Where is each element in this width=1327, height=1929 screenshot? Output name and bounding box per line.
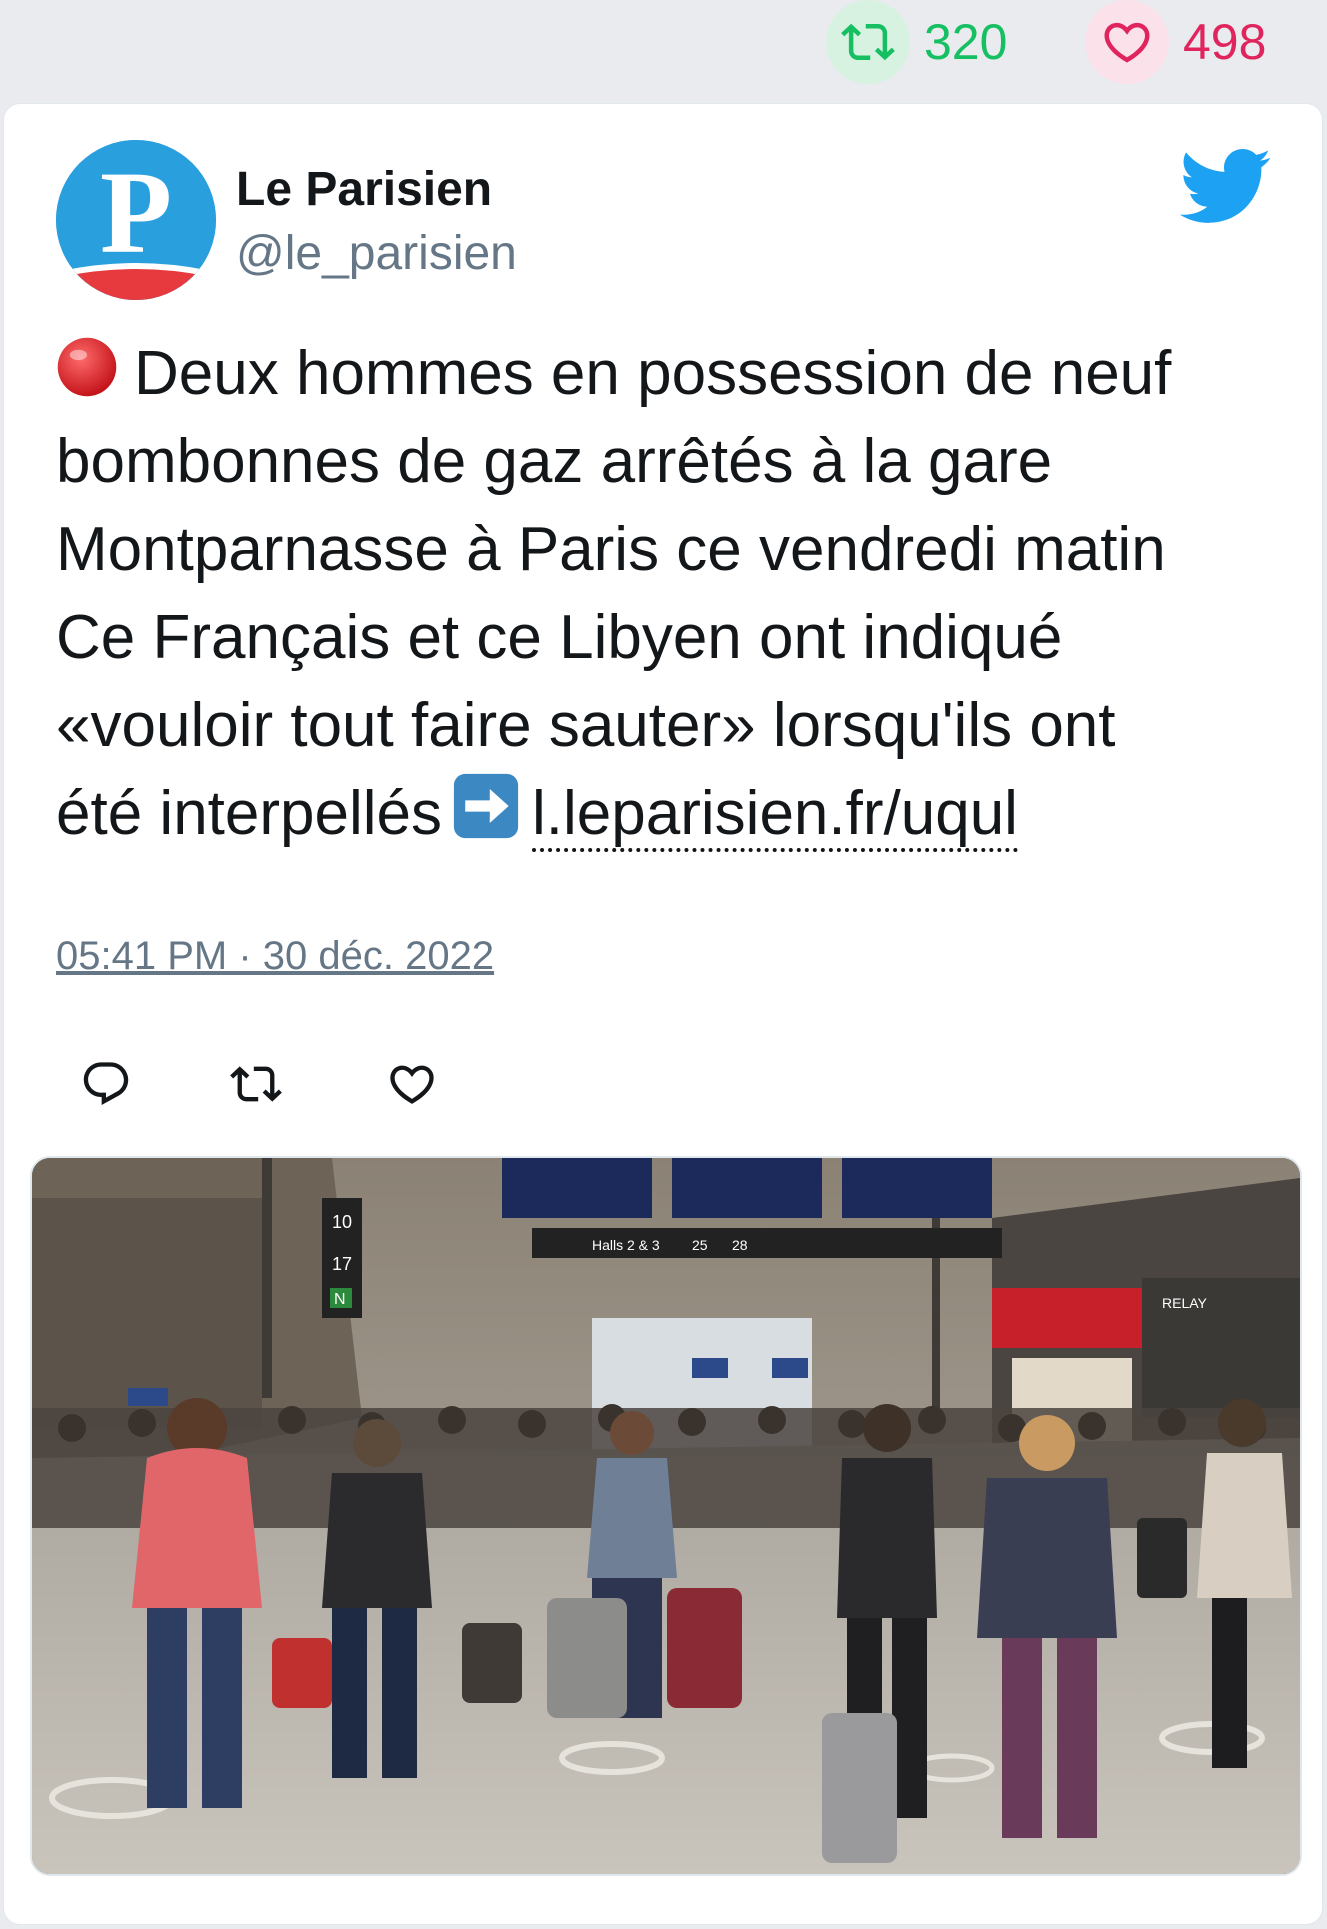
tweet-text: Deux hommes en possession de neuf bombon… xyxy=(56,330,1286,858)
like-count: 498 xyxy=(1183,14,1267,70)
tweet-line-6-text: été interpellés xyxy=(56,779,443,848)
photo-sign-17: 17 xyxy=(332,1254,352,1274)
retweet-action-icon xyxy=(230,1066,282,1102)
photo-sign-n: N xyxy=(334,1291,346,1308)
photo-sign-halls: Halls 2 & 3 xyxy=(592,1237,660,1253)
tweet-line-1-text: Deux hommes en possession de neuf xyxy=(134,339,1172,408)
display-name[interactable]: Le Parisien xyxy=(236,162,492,217)
train-station-photo: Halls 2 & 3 25 28 10 17 N RELAY xyxy=(32,1158,1300,1874)
photo-sign-10: 10 xyxy=(332,1212,352,1232)
timestamp-link[interactable]: 05:41 PM · 30 déc. 2022 xyxy=(56,934,494,979)
user-handle[interactable]: @le_parisien xyxy=(236,226,517,281)
tweet-line-2: bombonnes de gaz arrêtés à la gare xyxy=(56,427,1053,496)
retweet-icon xyxy=(826,0,910,84)
tweet-line-3: Montparnasse à Paris ce vendredi matin xyxy=(56,515,1166,584)
tweet-photo[interactable]: Halls 2 & 3 25 28 10 17 N RELAY xyxy=(30,1156,1302,1876)
heart-icon xyxy=(1085,0,1169,84)
retweet-count: 320 xyxy=(924,14,1008,70)
retweet-stat[interactable]: 320 xyxy=(826,0,1007,84)
photo-sign-relay: RELAY xyxy=(1162,1295,1208,1311)
right-arrow-emoji-icon xyxy=(453,773,519,839)
photo-sign-25: 25 xyxy=(692,1237,708,1253)
reply-button[interactable] xyxy=(76,1054,136,1114)
tweet-line-5: «vouloir tout faire sauter» lorsqu'ils o… xyxy=(56,691,1116,760)
tweet-line-6: été interpellés l.leparisien.fr/uqul xyxy=(56,770,1286,858)
like-action-icon xyxy=(390,1065,434,1104)
like-button[interactable] xyxy=(382,1054,442,1114)
twitter-bird-icon[interactable] xyxy=(1176,146,1272,226)
photo-sign-28: 28 xyxy=(732,1237,748,1253)
red-circle-emoji-icon xyxy=(57,337,117,397)
engagement-bar: 320 498 xyxy=(0,0,1327,100)
avatar-letter: P xyxy=(100,147,172,278)
avatar[interactable]: P xyxy=(56,140,216,300)
tweet-line-1: Deux hommes en possession de neuf xyxy=(56,330,1286,418)
reply-icon xyxy=(83,1062,129,1106)
tweet-card: P Le Parisien @le_parisien Deux hommes e… xyxy=(4,104,1322,1924)
tweet-line-4: Ce Français et ce Libyen ont indiqué xyxy=(56,603,1063,672)
article-link[interactable]: l.leparisien.fr/uqul xyxy=(532,779,1018,852)
retweet-button[interactable] xyxy=(226,1054,286,1114)
like-stat[interactable]: 498 xyxy=(1085,0,1266,84)
